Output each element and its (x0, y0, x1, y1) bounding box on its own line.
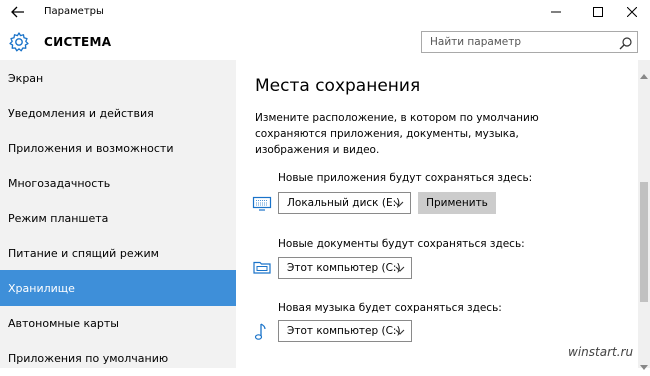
documents-location-select[interactable]: Этот компьютер (C:) (278, 257, 412, 279)
monitor-icon (252, 194, 272, 214)
minimize-icon (551, 11, 561, 13)
close-button[interactable] (617, 3, 647, 21)
sidebar-item-screen[interactable]: Экран (0, 60, 236, 96)
documents-location-value: Этот компьютер (C:) (287, 262, 401, 274)
search-icon[interactable] (619, 35, 633, 50)
sidebar: Экран Уведомления и действия Приложения … (0, 60, 236, 368)
window-title: Параметры (44, 6, 104, 17)
search-box[interactable] (421, 31, 638, 53)
music-location-value: Этот компьютер (C:) (287, 325, 401, 337)
section-title: СИСТЕМА (44, 35, 112, 49)
documents-save-label: Новые документы будут сохраняться здесь: (278, 238, 525, 250)
back-arrow-icon[interactable] (10, 4, 26, 20)
sidebar-item-offline-maps[interactable]: Автономные карты (0, 305, 236, 341)
settings-header: СИСТЕМА (0, 26, 650, 60)
chevron-down-icon (394, 199, 404, 207)
sidebar-item-tablet-mode[interactable]: Режим планшета (0, 200, 236, 236)
sidebar-item-apps-features[interactable]: Приложения и возможности (0, 130, 236, 166)
sidebar-item-storage[interactable]: Хранилище (0, 270, 236, 306)
sidebar-item-default-apps[interactable]: Приложения по умолчанию (0, 340, 236, 376)
main-content: Места сохранения Измените расположение, … (236, 60, 638, 368)
close-icon (627, 7, 637, 17)
maximize-icon (593, 7, 603, 17)
vertical-scrollbar[interactable] (638, 60, 650, 370)
scroll-up-icon[interactable] (640, 64, 648, 79)
page-title: Места сохранения (255, 76, 421, 96)
page-description: Измените расположение, в котором по умол… (255, 112, 539, 156)
apply-button[interactable]: Применить (418, 192, 496, 214)
apps-location-select[interactable]: Локальный диск (E:) (278, 192, 411, 214)
music-note-icon (252, 322, 272, 342)
chevron-down-icon (395, 327, 405, 335)
sidebar-item-multitasking[interactable]: Многозадачность (0, 165, 236, 201)
apps-save-label: Новые приложения будут сохраняться здесь… (278, 172, 533, 184)
sidebar-item-power-sleep[interactable]: Питание и спящий режим (0, 235, 236, 271)
music-save-label: Новая музыка будет сохраняться здесь: (278, 302, 502, 314)
apps-location-value: Локальный диск (E:) (287, 197, 401, 209)
search-input[interactable] (422, 32, 615, 52)
folder-icon (252, 257, 272, 277)
music-location-select[interactable]: Этот компьютер (C:) (278, 320, 412, 342)
watermark: winstart.ru (568, 345, 634, 359)
scrollbar-thumb[interactable] (640, 182, 648, 302)
minimize-button[interactable] (541, 3, 571, 21)
scroll-down-icon[interactable] (640, 356, 648, 370)
chevron-down-icon (395, 264, 405, 272)
gear-icon (8, 31, 30, 53)
title-bar: Параметры (0, 0, 650, 26)
maximize-button[interactable] (583, 3, 613, 21)
sidebar-item-notifications[interactable]: Уведомления и действия (0, 95, 236, 131)
